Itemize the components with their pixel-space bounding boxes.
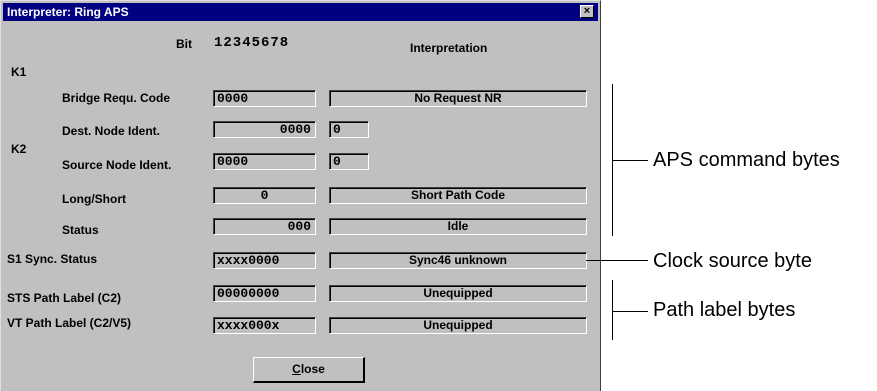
dest-node-label: Dest. Node Ident. xyxy=(62,124,161,138)
path-bracket-line xyxy=(612,280,613,340)
close-button[interactable]: Close xyxy=(253,357,365,383)
source-node-label: Source Node Ident. xyxy=(62,158,172,172)
window-title: Interpreter: Ring APS xyxy=(7,5,129,19)
close-button-mnemonic: C xyxy=(292,362,301,376)
bridge-request-bits: 0000 xyxy=(213,90,316,107)
close-window-button[interactable]: × xyxy=(580,5,594,18)
clock-source-byte-label: Clock source byte xyxy=(653,250,812,272)
s1-sync-interpretation: Sync46 unknown xyxy=(329,252,587,269)
title-bar: Interpreter: Ring APS × xyxy=(3,3,598,21)
bit-label: Bit xyxy=(176,37,192,51)
aps-command-bytes-label: APS command bytes xyxy=(653,149,840,171)
vt-path-interpretation: Unequipped xyxy=(329,317,587,334)
path-label-bytes-label: Path label bytes xyxy=(653,299,796,321)
bit-numbers: 12345678 xyxy=(214,35,290,51)
status-bits: 000 xyxy=(213,218,316,235)
long-short-label: Long/Short xyxy=(62,192,126,206)
sts-path-interpretation: Unequipped xyxy=(329,285,587,302)
k1-label: K1 xyxy=(11,65,27,79)
close-icon: × xyxy=(583,5,591,17)
status-interpretation: Idle xyxy=(329,218,587,235)
sts-path-bits: 00000000 xyxy=(213,285,316,302)
dest-node-interpretation: 0 xyxy=(329,121,369,138)
s1-sync-bits: xxxx0000 xyxy=(213,252,316,269)
k2-label: K2 xyxy=(11,142,27,156)
bridge-request-label: Bridge Requ. Code xyxy=(62,91,171,105)
interpretation-header: Interpretation xyxy=(410,41,488,55)
source-node-interpretation: 0 xyxy=(329,153,369,170)
clock-callout-line xyxy=(586,260,648,261)
source-node-bits: 0000 xyxy=(213,153,316,170)
bridge-request-interpretation: No Request NR xyxy=(329,90,587,107)
dest-node-bits: 0000 xyxy=(213,121,316,138)
long-short-bits: 0 xyxy=(213,187,316,204)
aps-callout-line xyxy=(612,160,648,161)
vt-path-label: VT Path Label (C2/V5) xyxy=(7,316,132,330)
path-callout-line xyxy=(612,311,648,312)
status-label: Status xyxy=(62,223,99,237)
close-button-label: lose xyxy=(300,362,325,376)
interpreter-dialog: Interpreter: Ring APS × Bit 12345678 Int… xyxy=(0,0,601,391)
s1-sync-label: S1 Sync. Status xyxy=(7,252,98,266)
sts-path-label: STS Path Label (C2) xyxy=(7,291,122,305)
long-short-interpretation: Short Path Code xyxy=(329,187,587,204)
vt-path-bits: xxxx000x xyxy=(213,317,316,334)
